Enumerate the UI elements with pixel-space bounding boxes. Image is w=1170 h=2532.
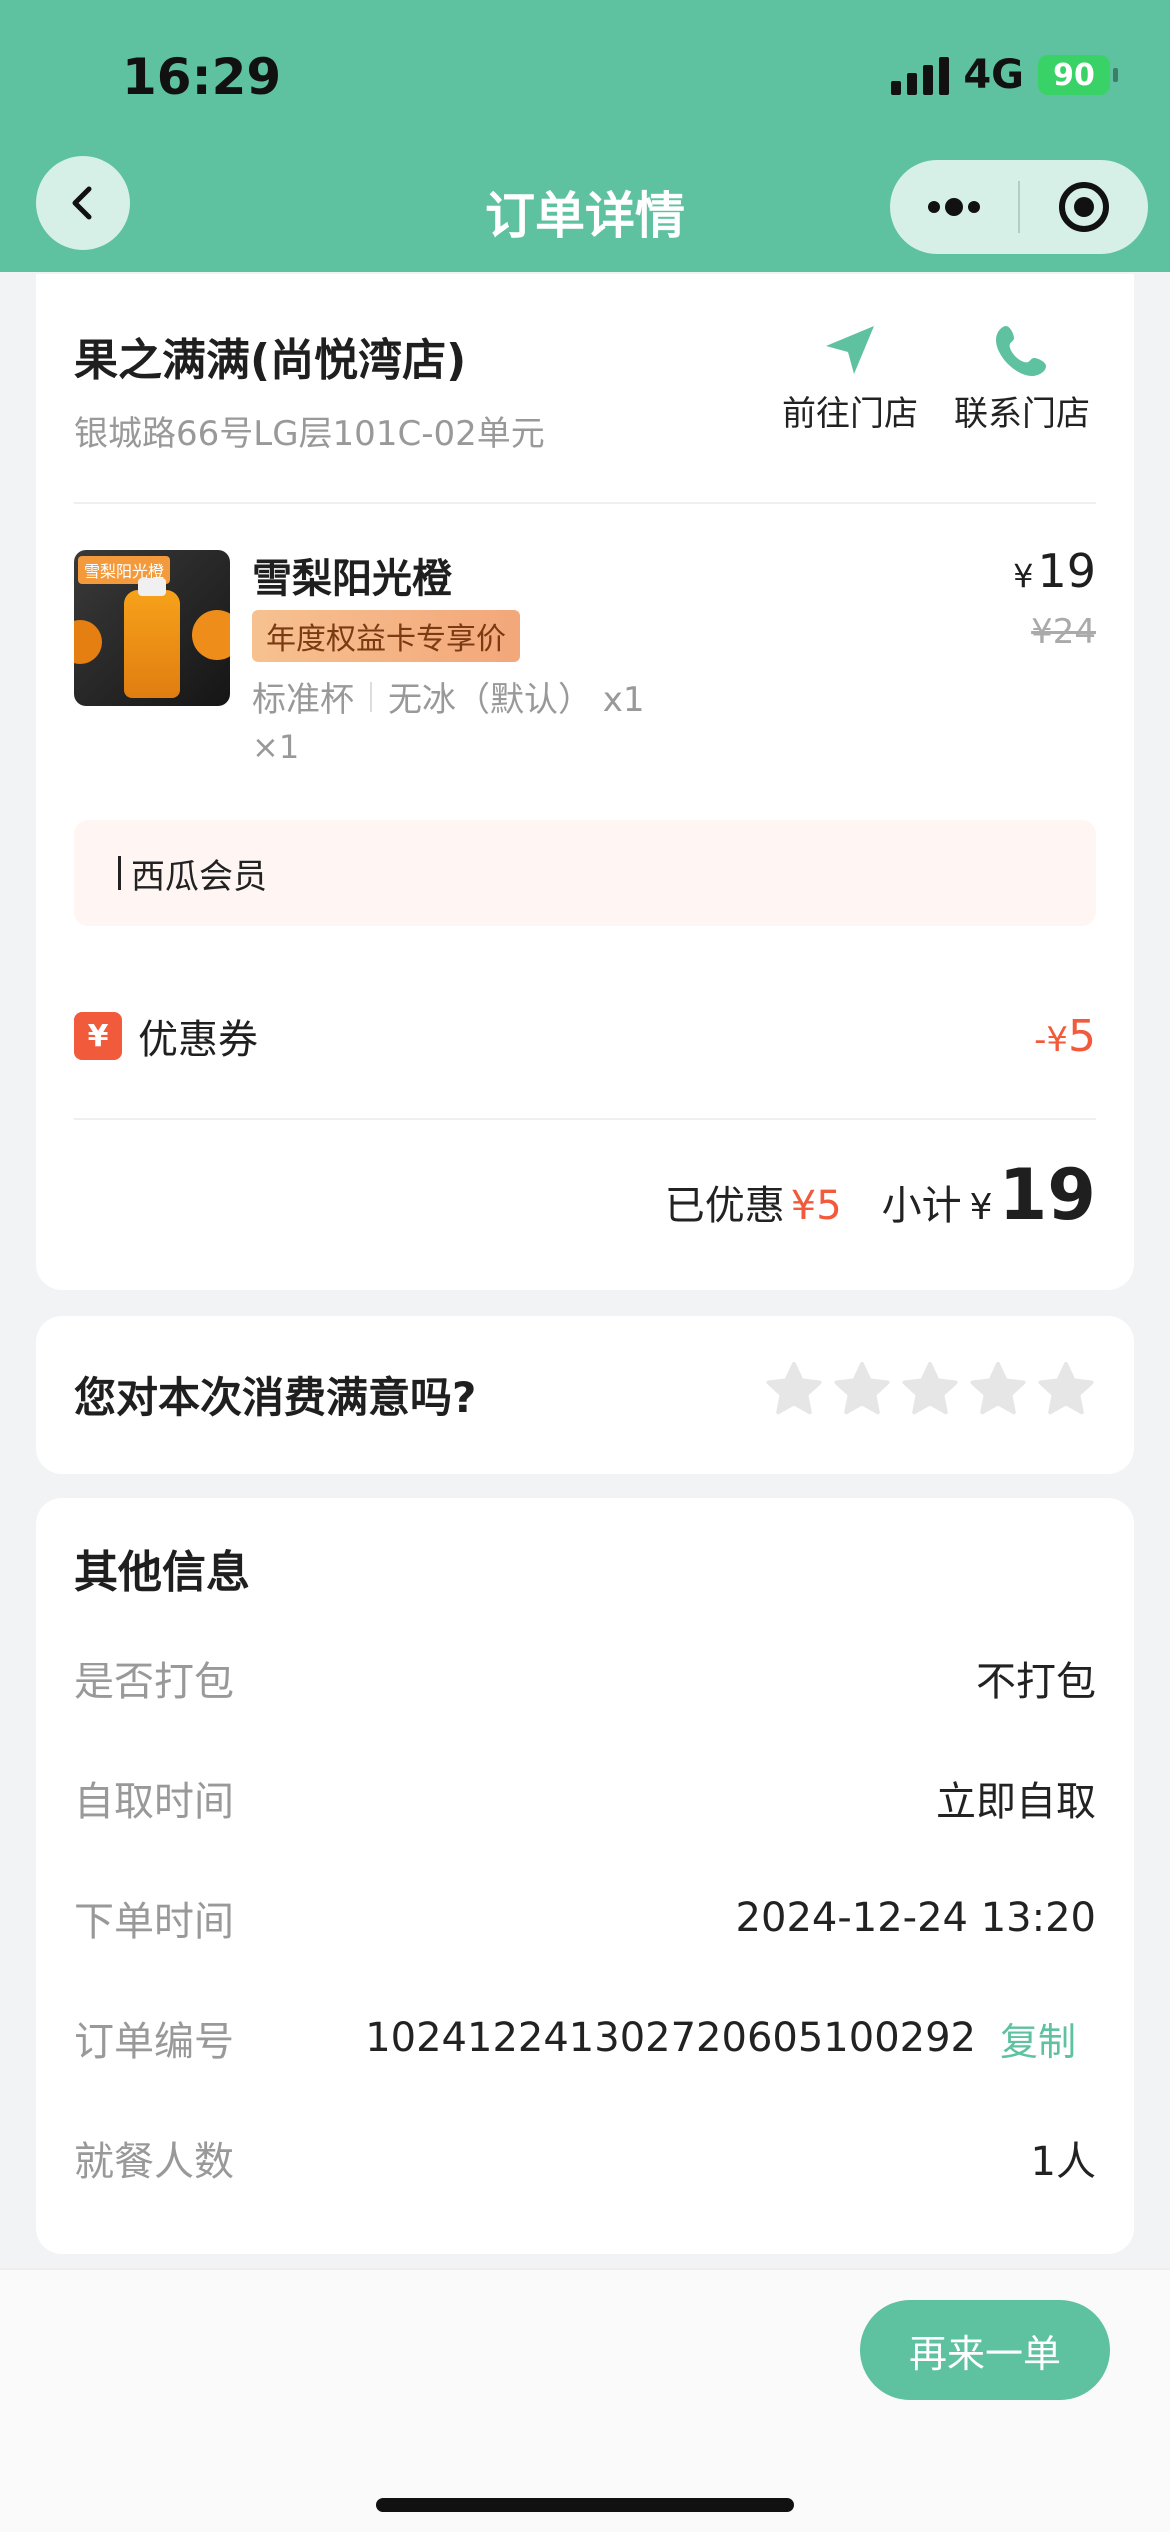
call-store-button[interactable]: 联系门店: [942, 318, 1102, 435]
order-number: 102412241302720605100292: [365, 2015, 976, 2061]
info-value: 2024-12-24 13:20: [735, 1895, 1096, 1941]
star-rating[interactable]: [764, 1360, 1096, 1420]
store-address: 银城路66号LG层101C-02单元: [74, 414, 545, 454]
call-store-label: 联系门店: [954, 394, 1090, 434]
price-value: 19: [1037, 544, 1096, 598]
coupon-row: ¥ 优惠券 -¥5: [74, 1006, 1096, 1066]
info-row-order-time: 下单时间 2024-12-24 13:20: [74, 1888, 1096, 1948]
member-bar: 西瓜会员: [74, 820, 1096, 926]
spec-ice: 无冰（默认） x1: [388, 680, 645, 720]
divider: [74, 1118, 1096, 1120]
product-image: 雪梨阳光橙: [74, 550, 230, 706]
close-mini-program-button[interactable]: [1020, 160, 1148, 254]
status-time: 16:29: [122, 48, 282, 106]
star-icon[interactable]: [900, 1360, 960, 1420]
target-icon: [1059, 182, 1109, 232]
star-icon[interactable]: [968, 1360, 1028, 1420]
info-row-packaging: 是否打包 不打包: [74, 1648, 1096, 1708]
order-card: 果之满满(尚悦湾店) 银城路66号LG层101C-02单元 前往门店 联系门店 …: [36, 274, 1134, 1290]
mini-program-capsule: [890, 160, 1148, 254]
network-type: 4G: [963, 52, 1024, 98]
copy-button[interactable]: 复制: [1000, 2011, 1076, 2066]
bottle-cap: [138, 578, 166, 596]
subtotal-value: 19: [998, 1154, 1096, 1236]
info-key: 就餐人数: [74, 2139, 234, 2185]
currency-symbol: ¥: [1013, 557, 1034, 595]
spec-divider: [370, 681, 372, 712]
product-quantity: ×1: [252, 728, 300, 766]
product-name: 雪梨阳光橙: [252, 556, 452, 602]
other-info-card: 其他信息 是否打包 不打包 自取时间 立即自取 下单时间 2024-12-24 …: [36, 1498, 1134, 2254]
info-row-order-number: 订单编号 102412241302720605100292 复制: [74, 2008, 1096, 2068]
original-price: ¥24: [1031, 612, 1096, 652]
product-specs: 标准杯 无冰（默认） x1: [252, 672, 645, 721]
bottle-illustration: [124, 590, 180, 698]
status-indicators: 4G 90: [891, 52, 1118, 98]
star-icon[interactable]: [764, 1360, 824, 1420]
rating-question: 您对本次消费满意吗?: [74, 1373, 477, 1422]
info-key: 订单编号: [74, 2019, 234, 2065]
header: 16:29 4G 90 订单详情: [0, 0, 1170, 272]
more-button[interactable]: [890, 160, 1018, 254]
orange-decoration: [192, 610, 230, 660]
star-icon[interactable]: [832, 1360, 892, 1420]
subtotal-currency: ¥: [969, 1187, 993, 1228]
go-to-store-label: 前往门店: [782, 394, 918, 434]
info-value: 不打包: [976, 1659, 1096, 1705]
star-icon[interactable]: [1036, 1360, 1096, 1420]
subtotal-label: 小计: [881, 1183, 962, 1229]
phone-icon: [996, 326, 1046, 376]
info-row-diners: 就餐人数 1人: [74, 2128, 1096, 2188]
navigation-arrow-icon: [826, 326, 874, 374]
coupon-prefix: -¥: [1034, 1019, 1068, 1060]
go-to-store-button[interactable]: 前往门店: [770, 318, 930, 435]
coupon-icon: ¥: [74, 1012, 122, 1060]
store-name: 果之满满(尚悦湾店): [74, 335, 467, 386]
bottom-action-bar: 再来一单: [0, 2268, 1170, 2532]
member-bar-marker: [118, 856, 121, 890]
info-key: 下单时间: [74, 1899, 234, 1945]
divider: [74, 502, 1096, 504]
info-key: 是否打包: [74, 1659, 234, 1705]
reorder-button[interactable]: 再来一单: [860, 2300, 1110, 2400]
coupon-label: 优惠券: [138, 1017, 258, 1063]
info-row-pickup-time: 自取时间 立即自取: [74, 1768, 1096, 1828]
discount-label: 已优惠: [664, 1183, 785, 1229]
more-dots-icon: [928, 198, 980, 216]
product-price: ¥19: [1013, 544, 1096, 598]
home-indicator: [376, 2498, 794, 2512]
promo-tag: 年度权益卡专享价: [252, 610, 520, 662]
info-key: 自取时间: [74, 1779, 234, 1825]
signal-icon: [891, 55, 950, 95]
other-info-title: 其他信息: [74, 1547, 250, 1598]
coupon-amount: 5: [1068, 1010, 1096, 1062]
info-value: 1人: [1030, 2139, 1096, 2185]
spec-size: 标准杯: [252, 680, 354, 720]
info-value: 立即自取: [936, 1779, 1096, 1825]
member-label: 西瓜会员: [131, 856, 267, 897]
rating-card: 您对本次消费满意吗?: [36, 1316, 1134, 1474]
discount-value: ¥5: [790, 1183, 842, 1229]
order-summary: 已优惠 ¥5 小计 ¥ 19: [665, 1154, 1096, 1236]
orange-decoration: [74, 620, 102, 664]
battery-icon: 90: [1038, 55, 1118, 95]
coupon-value: -¥5: [1034, 1011, 1096, 1062]
